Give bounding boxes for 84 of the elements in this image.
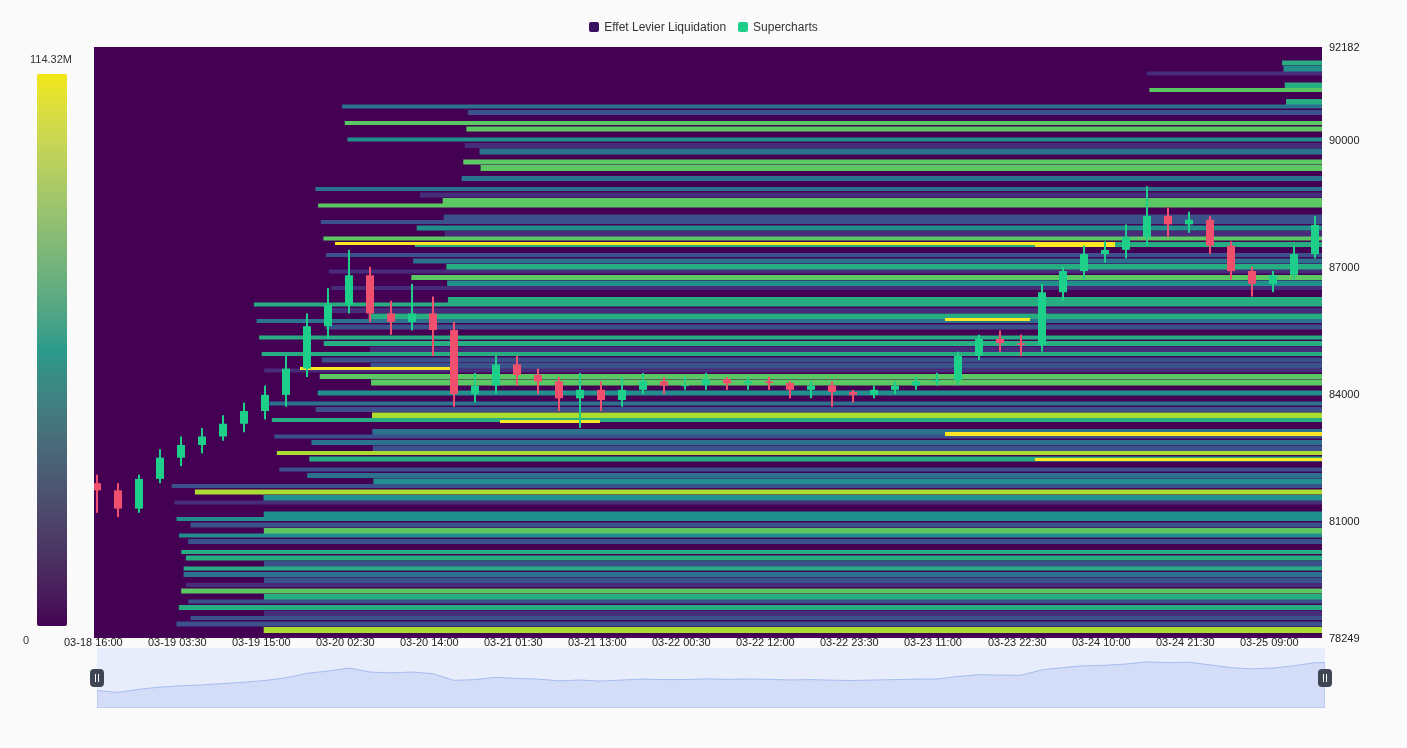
x-axis-label: 03-18 16:00 <box>64 637 123 648</box>
x-axis-label: 03-19 15:00 <box>232 637 291 648</box>
legend-item[interactable]: Supercharts <box>753 17 818 36</box>
y-axis-label: 90000 <box>1329 134 1360 146</box>
x-axis-label: 03-23 22:30 <box>988 637 1047 648</box>
rising-candle <box>975 334 983 361</box>
y-axis-label: 81000 <box>1329 516 1360 528</box>
falling-candle <box>786 381 794 399</box>
x-axis-label: 03-19 03:30 <box>148 637 207 648</box>
rising-candle <box>177 436 185 467</box>
rising-candle <box>1269 271 1277 293</box>
falling-candle <box>1248 266 1256 297</box>
x-axis-label: 03-25 09:00 <box>1240 637 1299 648</box>
rising-candle <box>282 355 290 407</box>
x-axis-label: 03-22 00:30 <box>652 637 711 648</box>
falling-candle <box>534 368 542 395</box>
rising-candle <box>912 377 920 390</box>
legend-swatch <box>738 21 749 32</box>
x-axis-label: 03-20 14:00 <box>400 637 459 648</box>
rising-candle <box>492 355 500 395</box>
rising-candle <box>1080 245 1088 280</box>
falling-candle <box>114 483 122 518</box>
falling-candle <box>1164 207 1172 238</box>
falling-candle <box>513 355 521 386</box>
falling-candle <box>429 296 437 356</box>
rising-candle <box>1311 215 1319 259</box>
x-axis-label: 03-24 10:00 <box>1072 637 1131 648</box>
x-axis-label: 03-22 12:00 <box>736 637 795 648</box>
rising-candle <box>933 372 941 386</box>
falling-candle <box>94 474 101 513</box>
rising-candle <box>891 381 899 395</box>
falling-candle <box>387 300 395 335</box>
rising-candle <box>702 372 710 390</box>
falling-candle <box>597 381 605 412</box>
rising-candle <box>261 385 269 420</box>
rising-candle <box>618 377 626 407</box>
rising-candle <box>1143 186 1151 246</box>
falling-candle <box>996 330 1004 352</box>
rising-candle <box>135 474 143 513</box>
rising-candle <box>240 402 248 433</box>
falling-candle <box>828 381 836 407</box>
rising-candle <box>219 415 227 441</box>
x-axis-label: 03-22 23:30 <box>820 637 879 648</box>
rising-candle <box>744 377 752 390</box>
rising-candle <box>639 372 647 395</box>
falling-candle <box>366 266 374 322</box>
falling-candle <box>660 377 668 395</box>
y-axis-label: 92182 <box>1329 42 1360 53</box>
rising-candle <box>681 377 689 390</box>
rising-candle <box>345 249 353 314</box>
rising-candle <box>870 385 878 399</box>
color-scale-min-label: 0 <box>22 632 30 648</box>
y-axis-label: 84000 <box>1329 389 1360 401</box>
rising-candle <box>324 288 332 339</box>
rising-candle <box>954 351 962 386</box>
rising-candle <box>408 283 416 331</box>
x-axis-label: 03-21 13:00 <box>568 637 627 648</box>
rising-candle <box>1101 241 1109 263</box>
falling-candle <box>765 377 773 390</box>
falling-candle <box>555 377 563 411</box>
x-axis-label: 03-24 21:30 <box>1156 637 1215 648</box>
y-axis-label: 78249 <box>1329 633 1360 644</box>
rising-candle <box>1059 266 1067 301</box>
rising-candle <box>576 372 584 428</box>
falling-candle <box>723 377 731 390</box>
rising-candle <box>156 449 164 484</box>
falling-candle <box>1017 334 1025 356</box>
rising-candle <box>1038 283 1046 352</box>
rising-candle <box>198 428 206 454</box>
rising-candle <box>303 313 311 378</box>
rising-candle <box>1290 245 1298 280</box>
falling-candle <box>1227 241 1235 280</box>
falling-candle <box>849 389 857 403</box>
x-axis-label: 03-23 11:00 <box>904 637 962 648</box>
rising-candle <box>807 381 815 399</box>
x-axis-label: 03-21 01:30 <box>484 637 543 648</box>
rising-candle <box>471 372 479 403</box>
color-scale-max-label: 114.32M <box>29 52 72 67</box>
y-axis-label: 87000 <box>1329 261 1360 273</box>
rising-candle <box>1185 211 1193 233</box>
legend-item[interactable]: Effet Levier Liquidation <box>604 17 727 36</box>
x-axis-label: 03-20 02:30 <box>316 637 375 648</box>
falling-candle <box>1206 215 1214 255</box>
rising-candle <box>1122 224 1130 259</box>
